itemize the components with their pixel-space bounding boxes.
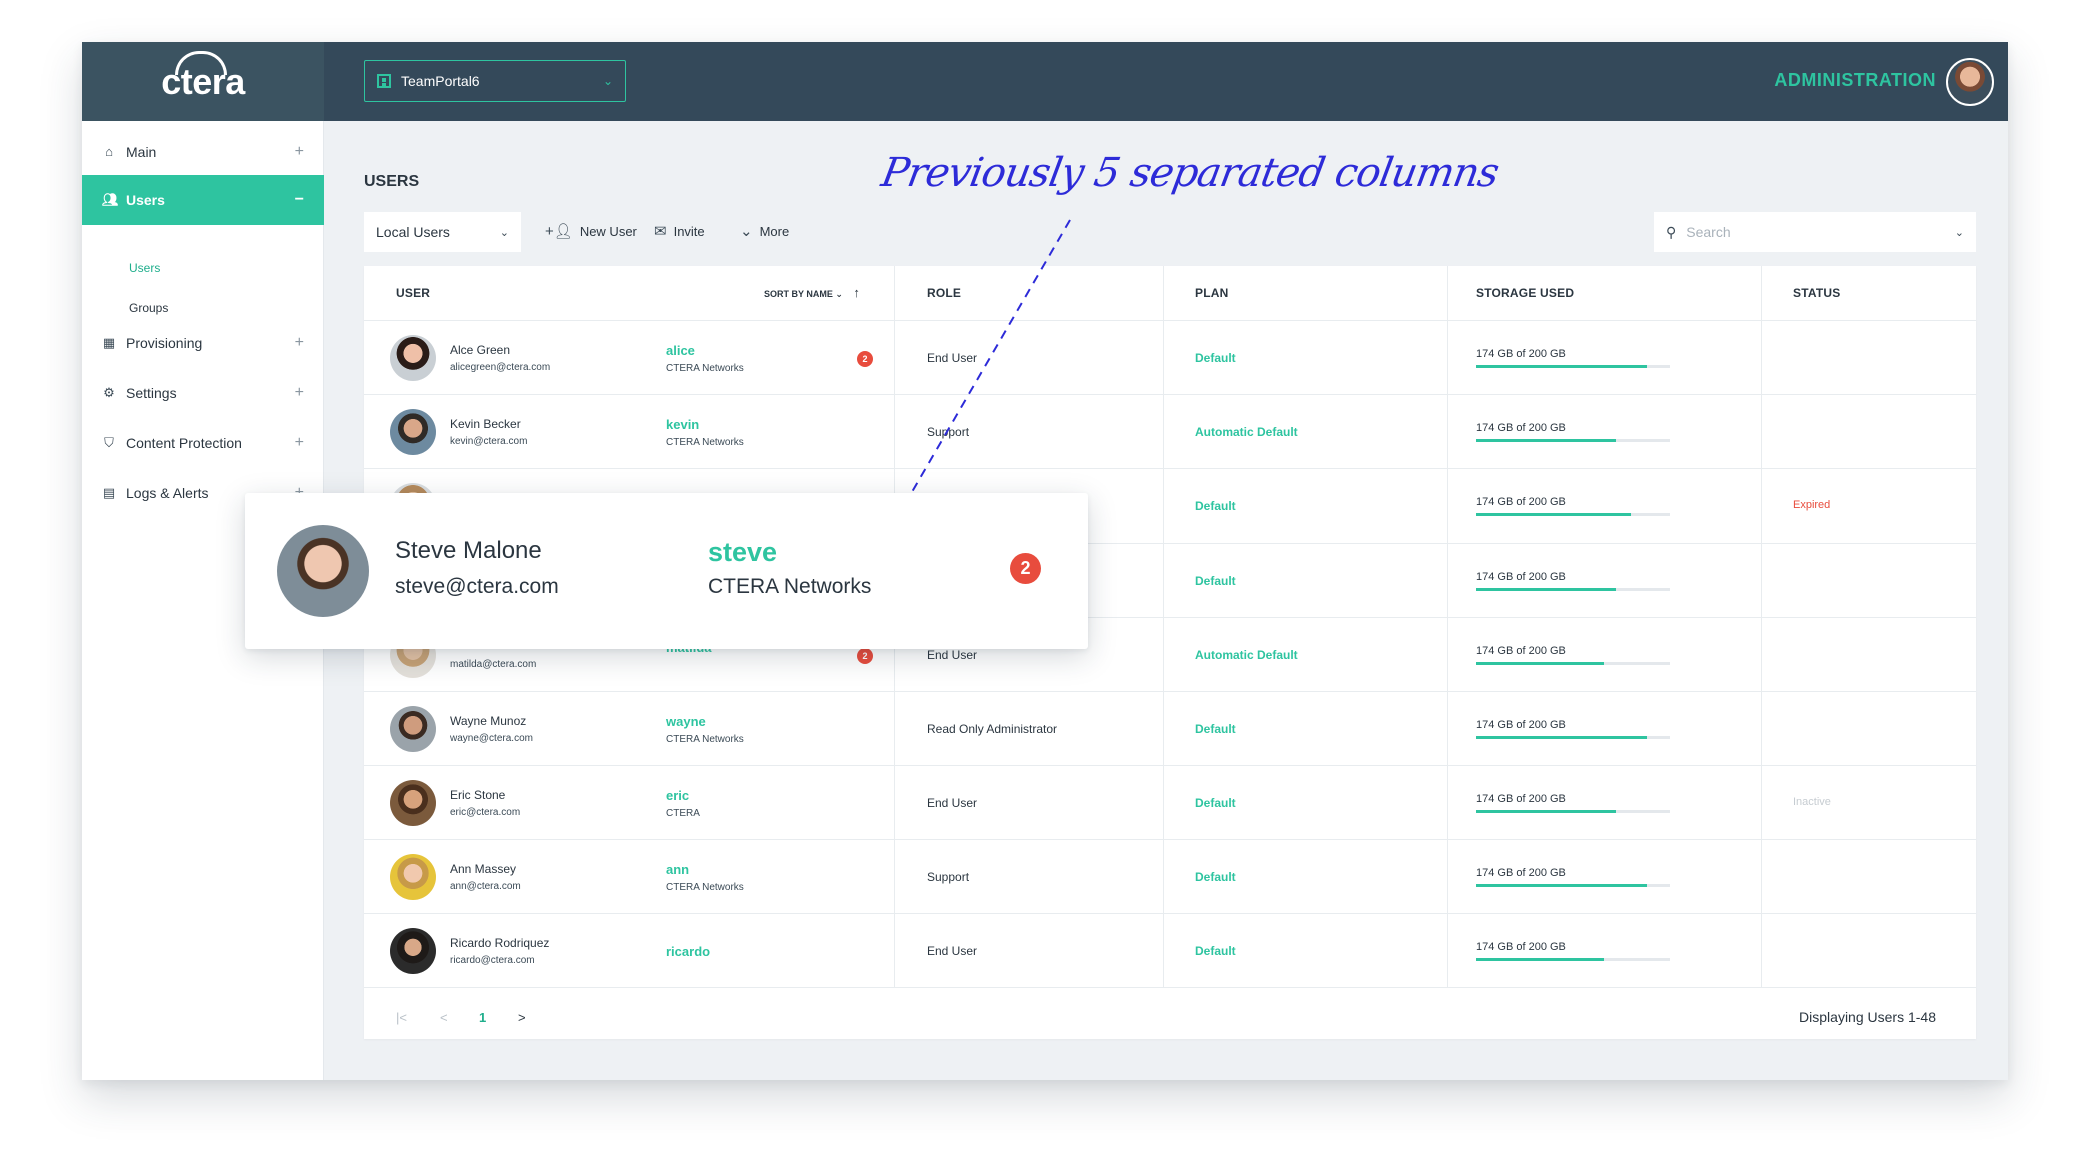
popup-user-name: Steve Malone bbox=[395, 537, 542, 564]
popup-user-org: CTERA Networks bbox=[708, 575, 872, 598]
avatar bbox=[277, 525, 369, 617]
user-summary-popup: Steve Malone steve@ctera.com steve CTERA… bbox=[245, 493, 1088, 649]
popup-user-email: steve@ctera.com bbox=[395, 575, 559, 598]
annotation-dashed-line bbox=[897, 219, 1071, 517]
popup-username[interactable]: steve bbox=[708, 537, 777, 568]
popup-notification-badge[interactable]: 2 bbox=[1010, 553, 1041, 584]
